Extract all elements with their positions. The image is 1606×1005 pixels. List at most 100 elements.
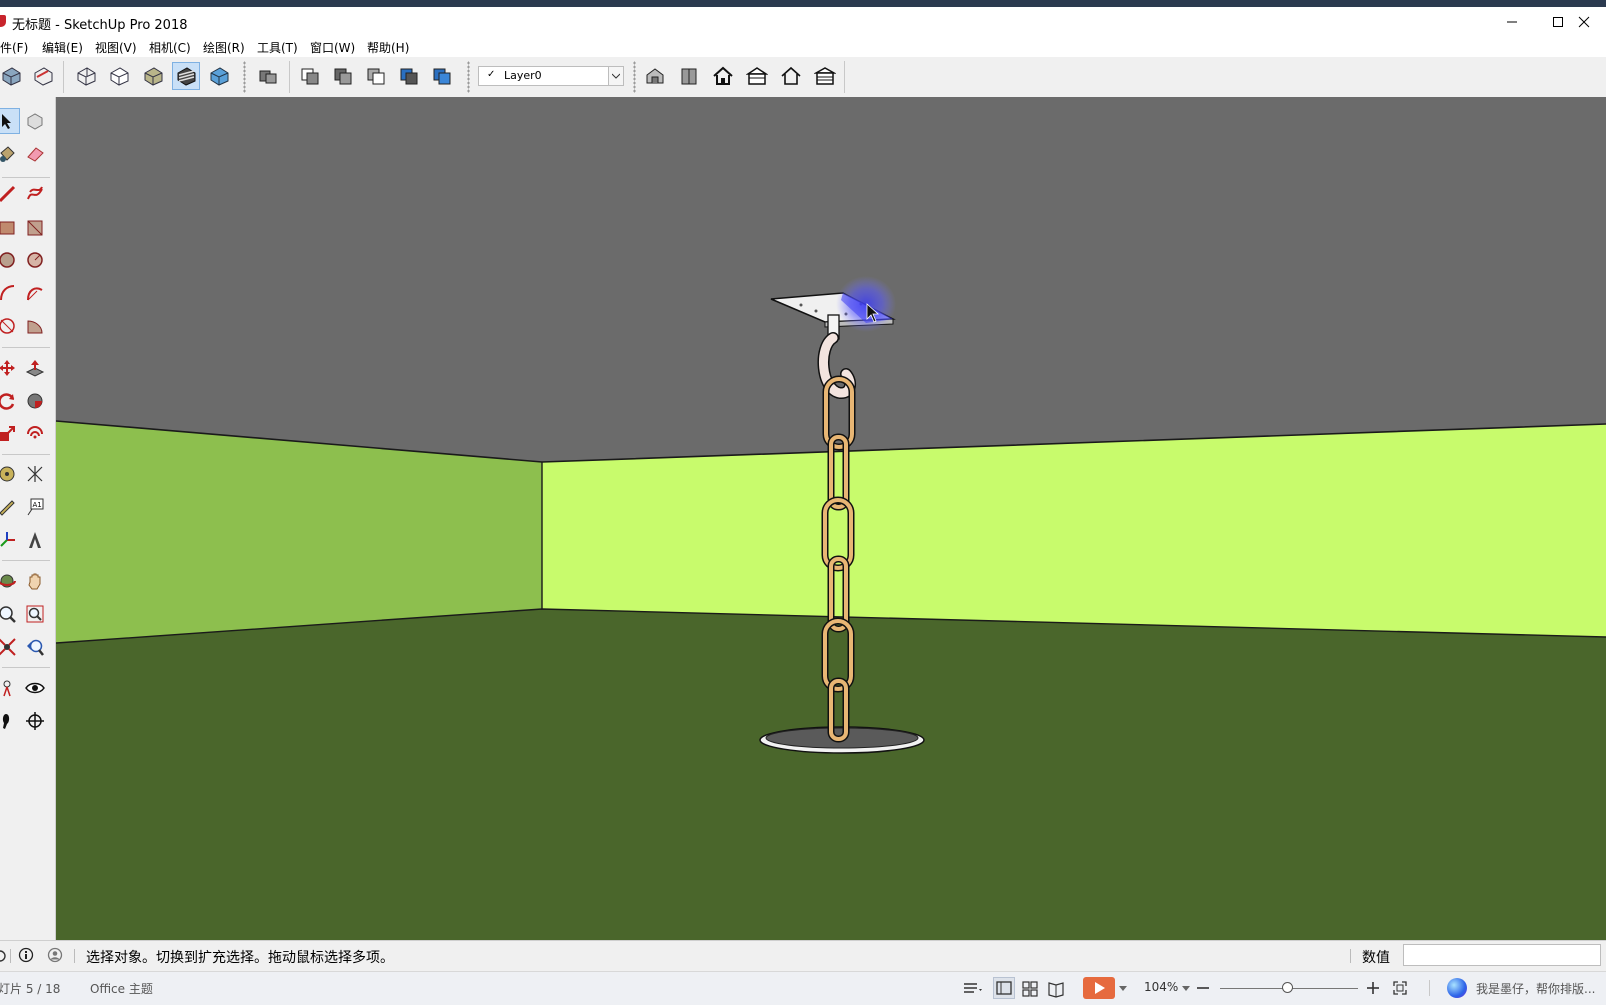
three-point-arc-tool[interactable] xyxy=(0,313,20,339)
paint-style-button[interactable] xyxy=(29,62,57,90)
paint-bucket-tool[interactable] xyxy=(0,141,20,167)
toolbar-grip[interactable] xyxy=(243,61,246,93)
minimize-button[interactable] xyxy=(1489,7,1535,37)
components-button[interactable] xyxy=(641,62,669,90)
push-pull-tool[interactable] xyxy=(22,355,48,381)
previous-view-tool[interactable] xyxy=(22,634,48,660)
dimension-tool[interactable] xyxy=(22,461,48,487)
slide-sorter-icon[interactable] xyxy=(1021,980,1039,998)
3d-text-tool[interactable] xyxy=(22,527,48,553)
menu-help[interactable]: 帮助(H) xyxy=(367,39,409,56)
select-style-button[interactable] xyxy=(0,62,25,90)
menu-view[interactable]: 视图(V) xyxy=(95,39,137,56)
protractor-tool[interactable] xyxy=(0,494,20,520)
section-plane-tool[interactable] xyxy=(22,708,48,734)
wireframe-button[interactable] xyxy=(105,62,133,90)
circle-tool[interactable] xyxy=(0,247,20,273)
status-message: 选择对象。切换到扩充选择。拖动鼠标选择多项。 xyxy=(86,950,394,966)
chevron-down-icon[interactable] xyxy=(1182,986,1190,992)
look-around-icon xyxy=(25,682,45,694)
monochrome-button[interactable] xyxy=(205,62,233,90)
walk-tool[interactable] xyxy=(0,708,20,734)
scene-canvas[interactable] xyxy=(56,97,1606,940)
xray-button[interactable] xyxy=(72,62,100,90)
normal-view-button[interactable] xyxy=(993,977,1015,999)
rotate-tool[interactable] xyxy=(0,388,20,414)
warehouse-button[interactable] xyxy=(743,62,771,90)
top-view-button[interactable] xyxy=(296,62,324,90)
user-account-icon[interactable] xyxy=(47,947,63,963)
chevron-down-icon[interactable] xyxy=(1119,986,1127,992)
text-tool[interactable]: A1 xyxy=(22,494,48,520)
menu-draw[interactable]: 绘图(R) xyxy=(203,39,245,56)
assistant-orb-icon[interactable] xyxy=(1447,978,1467,998)
back-view-button[interactable] xyxy=(395,62,423,90)
assistant-prompt[interactable]: 我是墨仔，帮你排版... xyxy=(1476,980,1595,997)
home-button[interactable] xyxy=(709,62,737,90)
status-divider xyxy=(1350,949,1351,963)
house-outline-button[interactable] xyxy=(777,62,805,90)
zoom-extents-tool[interactable] xyxy=(0,634,20,660)
look-around-tool[interactable] xyxy=(22,675,48,701)
toolbar-grip[interactable] xyxy=(633,61,636,93)
fit-slide-icon[interactable] xyxy=(1393,981,1407,995)
freehand-icon xyxy=(27,186,43,200)
zoom-level[interactable]: 104% xyxy=(1144,980,1178,994)
zoom-out-icon[interactable] xyxy=(1196,981,1210,995)
layer-dropdown[interactable]: ✓ Layer0 xyxy=(478,66,624,86)
make-component-tool[interactable] xyxy=(22,108,48,134)
rotated-rectangle-tool[interactable] xyxy=(22,215,48,241)
slideshow-button[interactable] xyxy=(1083,977,1115,999)
menu-file[interactable]: 文件(F) xyxy=(0,39,28,56)
menu-edit[interactable]: 编辑(E) xyxy=(42,39,83,56)
freehand-tool[interactable] xyxy=(22,181,48,207)
groups-button[interactable] xyxy=(675,62,703,90)
hidden-line-button[interactable] xyxy=(139,62,167,90)
zoom-in-icon[interactable] xyxy=(1366,981,1380,995)
zoom-window-tool[interactable] xyxy=(22,601,48,627)
front-view-icon xyxy=(334,68,352,85)
line-tool[interactable] xyxy=(0,181,20,207)
follow-me-tool[interactable] xyxy=(22,388,48,414)
zoom-tool[interactable] xyxy=(0,601,20,627)
orbit-tool[interactable] xyxy=(0,568,20,594)
eraser-tool[interactable] xyxy=(22,141,48,167)
menu-camera[interactable]: 相机(C) xyxy=(149,39,191,56)
maximize-button[interactable] xyxy=(1535,7,1581,37)
menu-tools[interactable]: 工具(T) xyxy=(257,39,298,56)
two-point-arc-tool[interactable] xyxy=(22,280,48,306)
slide-counter[interactable]: 幻灯片 5 / 18 xyxy=(0,980,60,997)
select-tool[interactable] xyxy=(0,108,20,134)
zoom-slider-thumb[interactable] xyxy=(1282,982,1293,993)
right-view-button[interactable] xyxy=(362,62,390,90)
chevron-down-icon[interactable] xyxy=(608,67,623,85)
shaded-textures-button[interactable] xyxy=(172,62,200,90)
arc-tool[interactable] xyxy=(0,280,20,306)
info-icon[interactable] xyxy=(18,947,34,963)
move-tool[interactable] xyxy=(0,355,20,381)
iso-view-button[interactable] xyxy=(254,62,282,90)
geo-location-icon[interactable] xyxy=(0,948,8,964)
axes-tool[interactable] xyxy=(0,527,20,553)
garage-button[interactable] xyxy=(811,62,839,90)
position-camera-tool[interactable] xyxy=(0,675,20,701)
rectangle-tool[interactable] xyxy=(0,215,20,241)
pan-tool[interactable] xyxy=(22,568,48,594)
walk-icon xyxy=(2,714,10,729)
notes-icon[interactable] xyxy=(962,980,984,996)
left-view-button[interactable] xyxy=(428,62,456,90)
toolbar-grip[interactable] xyxy=(467,61,470,93)
polygon-tool[interactable] xyxy=(22,247,48,273)
tool-palette: A1 xyxy=(0,97,56,940)
pie-tool[interactable] xyxy=(22,313,48,339)
floor-surface xyxy=(56,609,1606,940)
reading-view-icon[interactable] xyxy=(1047,980,1065,998)
tape-measure-tool[interactable] xyxy=(0,461,20,487)
front-view-button[interactable] xyxy=(329,62,357,90)
close-button[interactable] xyxy=(1578,7,1606,37)
measurements-input[interactable] xyxy=(1403,944,1601,966)
model-viewport[interactable] xyxy=(56,97,1606,940)
offset-tool[interactable] xyxy=(22,421,48,447)
menu-window[interactable]: 窗口(W) xyxy=(310,39,355,56)
scale-tool[interactable] xyxy=(0,421,20,447)
